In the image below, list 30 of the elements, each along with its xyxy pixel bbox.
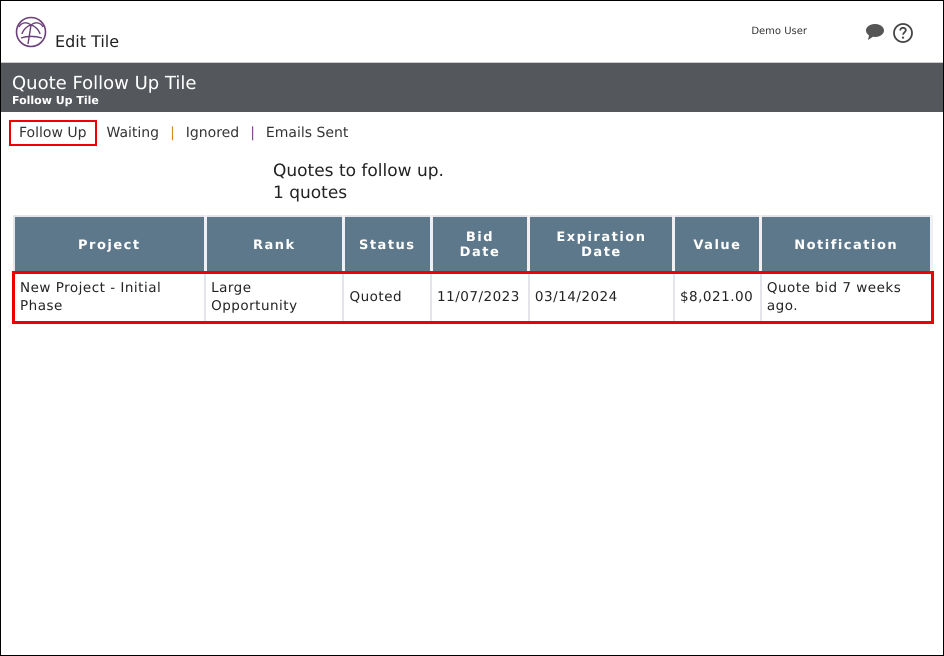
tab[interactable]: Ignored — [176, 120, 250, 146]
page-title: Edit Tile — [55, 32, 120, 51]
tile-title: Quote Follow Up Tile — [12, 73, 198, 94]
table-row[interactable]: New Project - Initial Phase Large Opportunity Quoted 11/07/2023 03/14/2024 $8,021.00 Quote bid 7 weeks ago. — [14, 273, 932, 322]
tab-separator: | — [169, 125, 176, 141]
tab[interactable]: Emails Sent — [256, 120, 358, 146]
summary-heading: Quotes to follow up. — [273, 160, 445, 182]
table-cell: 03/14/2024 — [528, 273, 674, 322]
quote-count: 1 quotes — [273, 182, 348, 204]
column-header: Bid Date — [431, 216, 529, 273]
tab[interactable]: Follow Up — [9, 120, 96, 146]
tab[interactable]: Waiting — [96, 120, 170, 146]
user-name[interactable]: Demo User — [751, 26, 807, 37]
column-header: Project — [14, 216, 206, 273]
table-cell: 11/07/2023 — [431, 273, 529, 322]
palm-tree-logo — [15, 16, 47, 48]
table-cell: $8,021.00 — [674, 273, 761, 322]
column-header: Value — [674, 216, 761, 273]
column-header: Expiration Date — [528, 216, 674, 273]
table-cell: Quoted — [343, 273, 432, 322]
table-cell: Large Opportunity — [205, 273, 344, 322]
help-icon[interactable] — [893, 23, 913, 43]
tab-separator: | — [249, 125, 256, 141]
tile-subtitle: Follow Up Tile — [12, 94, 100, 107]
chat-icon[interactable] — [865, 23, 885, 41]
column-header: Status — [343, 216, 432, 273]
table-cell: Quote bid 7 weeks ago. — [760, 273, 932, 322]
column-header: Notification — [760, 216, 932, 273]
table-cell: New Project - Initial Phase — [14, 273, 206, 322]
column-header: Rank — [205, 216, 344, 273]
